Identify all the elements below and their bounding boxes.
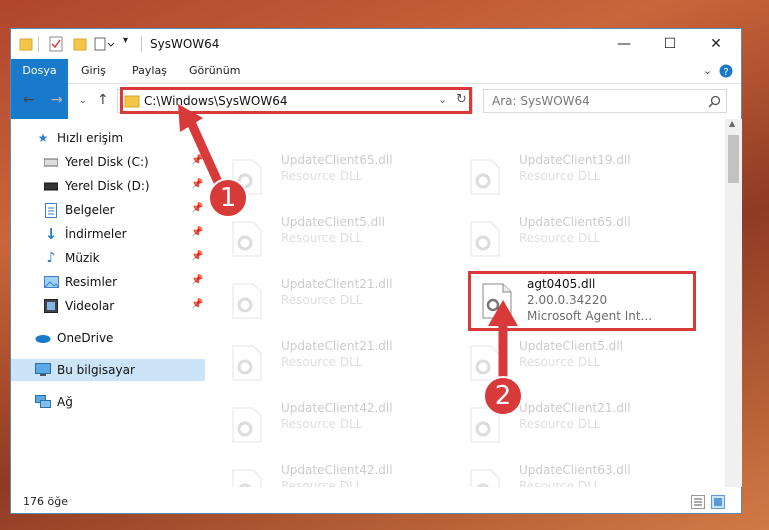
arrow-1-shaft <box>185 118 223 184</box>
step-badge-2: 2 <box>483 376 523 416</box>
step-badge-1: 1 <box>208 178 248 218</box>
arrow-2-head <box>488 300 518 326</box>
annotation-arrows <box>178 104 518 378</box>
